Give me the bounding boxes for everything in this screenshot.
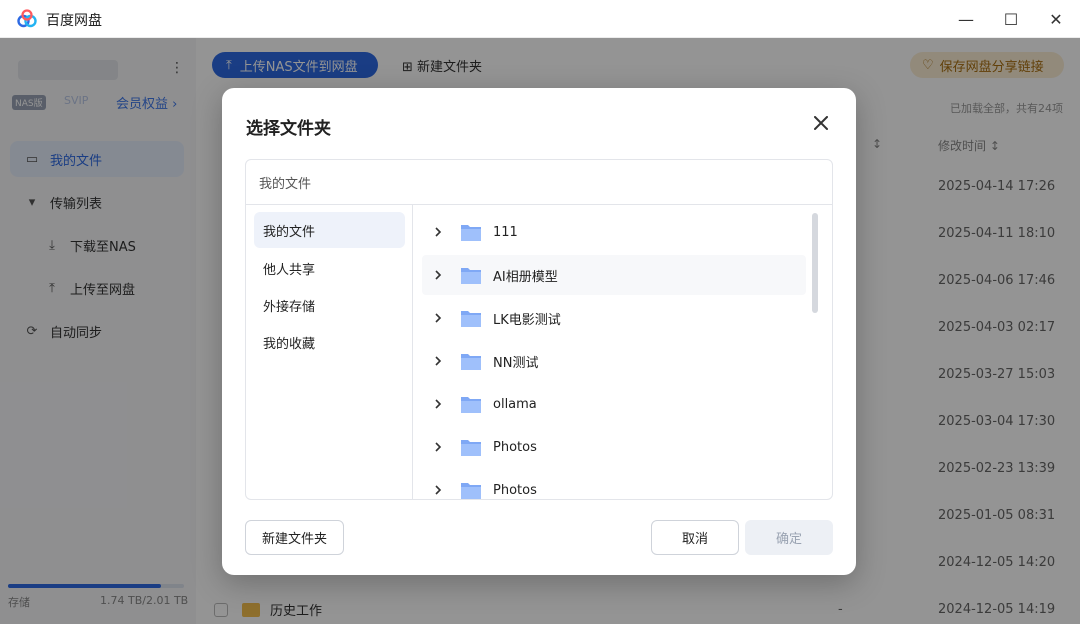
close-icon[interactable]: [810, 112, 832, 134]
title-bar: 百度网盘 — ☐ ✕: [0, 0, 1080, 38]
minimize-button[interactable]: —: [956, 9, 976, 29]
folder-row[interactable]: Photos: [422, 427, 806, 467]
chevron-right-icon[interactable]: [432, 356, 444, 366]
chevron-right-icon[interactable]: [432, 313, 444, 323]
folder-icon: [461, 483, 481, 499]
category-my-files[interactable]: 我的文件: [254, 212, 405, 248]
category-external-storage[interactable]: 外接存储: [254, 287, 405, 323]
folder-row[interactable]: AI相册模型: [422, 255, 806, 295]
folder-name: ollama: [493, 396, 537, 412]
new-folder-button[interactable]: 新建文件夹: [245, 520, 344, 555]
breadcrumb: 我的文件: [246, 160, 832, 205]
folder-name: Photos: [493, 439, 537, 455]
folder-name: LK电影测试: [493, 312, 561, 328]
chevron-right-icon[interactable]: [432, 485, 444, 495]
close-window-button[interactable]: ✕: [1046, 9, 1066, 29]
folder-name: AI相册模型: [493, 269, 558, 285]
folder-row[interactable]: ollama: [422, 384, 806, 424]
chevron-right-icon[interactable]: [432, 270, 444, 280]
confirm-button[interactable]: 确定: [745, 520, 833, 555]
cancel-button[interactable]: 取消: [651, 520, 739, 555]
maximize-button[interactable]: ☐: [1001, 9, 1021, 29]
select-folder-dialog: 选择文件夹 我的文件 我的文件 他人共享 外接存储 我的收藏 111 AI相册模…: [222, 88, 856, 575]
dialog-title: 选择文件夹: [246, 119, 331, 139]
category-shared-by-others[interactable]: 他人共享: [254, 250, 405, 286]
folder-icon: [461, 225, 481, 241]
folder-row[interactable]: Photos: [422, 470, 806, 499]
folder-name: 111: [493, 224, 518, 240]
category-favorites[interactable]: 我的收藏: [254, 324, 405, 360]
folder-list: 111 AI相册模型 LK电影测试 NN测试 ollama Photos Pho…: [414, 205, 832, 499]
category-list: 我的文件 他人共享 外接存储 我的收藏: [246, 205, 413, 499]
folder-name: NN测试: [493, 355, 539, 371]
folder-icon: [461, 397, 481, 413]
folder-icon: [461, 268, 481, 284]
chevron-right-icon[interactable]: [432, 227, 444, 237]
baidu-netdisk-logo-icon: [17, 9, 37, 28]
folder-name: Photos: [493, 482, 537, 498]
folder-row[interactable]: 111: [422, 212, 806, 252]
folder-row[interactable]: NN测试: [422, 341, 806, 381]
folder-icon: [461, 354, 481, 370]
chevron-right-icon[interactable]: [432, 442, 444, 452]
folder-row[interactable]: LK电影测试: [422, 298, 806, 338]
folder-icon: [461, 440, 481, 456]
folder-list-scrollbar[interactable]: [812, 213, 818, 313]
folder-icon: [461, 311, 481, 327]
folder-picker: 我的文件 我的文件 他人共享 外接存储 我的收藏 111 AI相册模型 LK电影…: [245, 159, 833, 500]
chevron-right-icon[interactable]: [432, 399, 444, 409]
app-title: 百度网盘: [46, 13, 102, 29]
